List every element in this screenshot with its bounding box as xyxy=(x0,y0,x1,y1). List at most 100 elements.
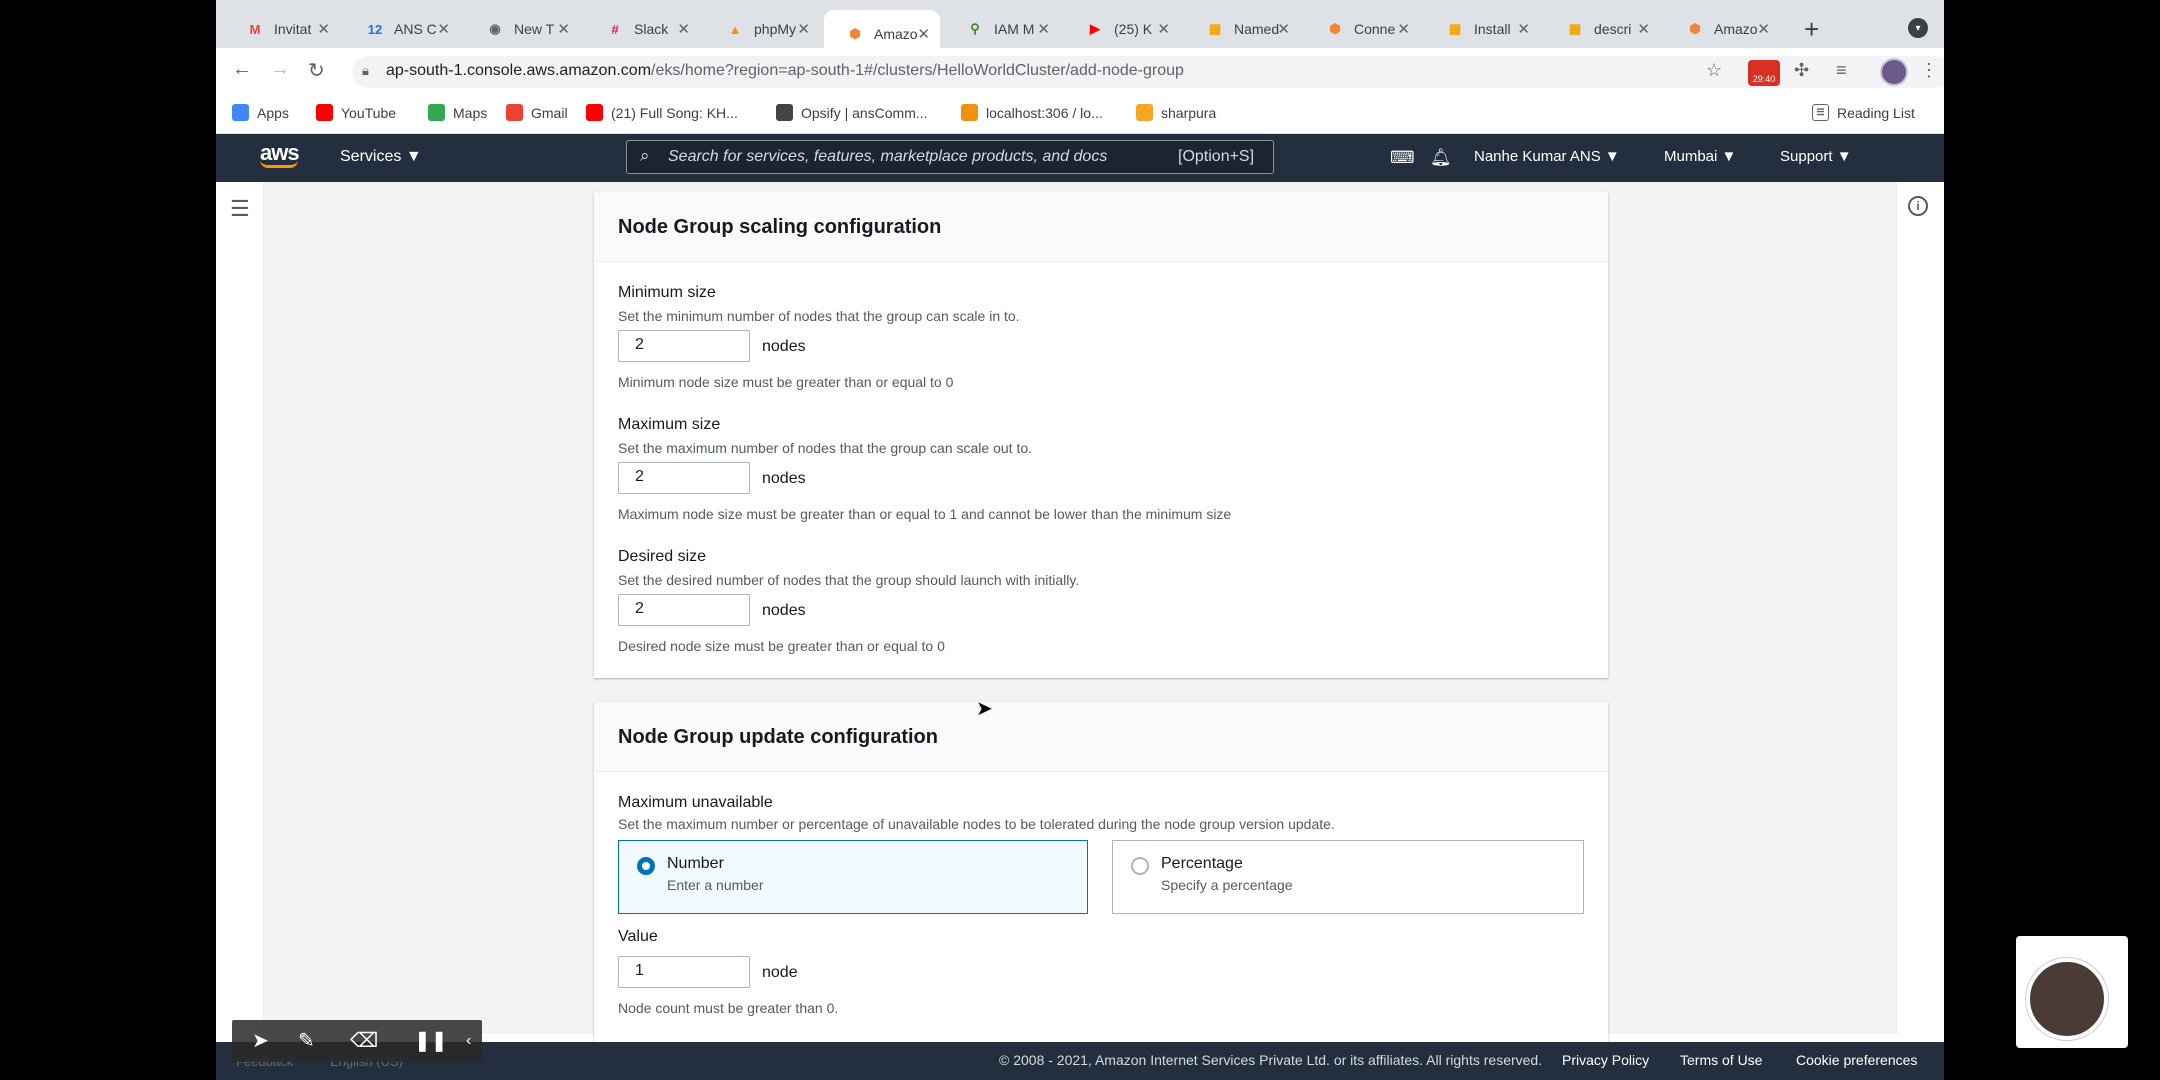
mouse-cursor-icon: ➤ xyxy=(976,698,993,720)
tab-9[interactable]: ⬢ Conne ✕ xyxy=(1304,10,1420,48)
collapse-chevron-icon[interactable]: ‹ xyxy=(466,1032,471,1050)
bookmark-item[interactable]: localhost:306 / lo... xyxy=(961,104,1103,121)
pause-icon[interactable]: ❚❚ xyxy=(414,1028,448,1053)
profile-avatar[interactable] xyxy=(1880,58,1908,86)
bookmark-item[interactable]: Opsify | ansComm... xyxy=(776,104,928,121)
bookmark-item[interactable]: Maps xyxy=(428,104,487,121)
pen-tool-icon[interactable]: ✎ xyxy=(298,1028,315,1053)
tab-search-icon[interactable]: ▾ xyxy=(1908,18,1928,38)
aws-cube-icon: ⬢ xyxy=(849,26,861,41)
value-input[interactable]: 1 xyxy=(618,956,750,988)
max-unavailable-label: Maximum unavailable xyxy=(618,794,773,811)
extensions-puzzle-icon[interactable]: ✣ xyxy=(1794,60,1809,81)
bookmark-item[interactable]: (21) Full Song: KH... xyxy=(586,104,738,121)
info-icon[interactable]: i xyxy=(1908,196,1928,216)
tab-1[interactable]: 12 ANS C ✕ xyxy=(344,10,460,48)
bookmark-item[interactable]: Apps xyxy=(232,104,289,121)
pointer-tool-icon[interactable]: ➤ xyxy=(252,1028,269,1053)
phpmyadmin-icon xyxy=(961,104,978,121)
update-panel-title: Node Group update configuration xyxy=(594,702,1608,772)
value-hint: Node count must be greater than 0. xyxy=(618,1000,839,1016)
support-label: Support xyxy=(1780,148,1833,165)
tab-6[interactable]: ⚲ IAM M ✕ xyxy=(944,10,1060,48)
aws-cube-icon: ⬢ xyxy=(1329,21,1341,36)
back-arrow-icon[interactable]: ← xyxy=(232,58,252,81)
docs-icon: ▦ xyxy=(1448,21,1462,36)
tab-title: (25) K xyxy=(1114,21,1153,37)
brush-tool-icon[interactable]: ⌫ xyxy=(350,1028,378,1053)
url-text[interactable]: ap-south-1.console.aws.amazon.com/eks/ho… xyxy=(386,62,1184,80)
number-radio[interactable] xyxy=(637,857,655,875)
tab-7[interactable]: ▶ (25) K ✕ xyxy=(1064,10,1180,48)
recording-badge[interactable]: 29:40 xyxy=(1748,60,1780,86)
tab-title: Install xyxy=(1474,21,1511,37)
forward-arrow-icon[interactable]: → xyxy=(270,58,290,81)
browser-window: M Invitat ✕ 12 ANS C ✕ ◉ New T ✕ # Slack ✕ ▲ phpMy ✕ ⬢ A… xyxy=(216,0,1944,1080)
tab-0[interactable]: M Invitat ✕ xyxy=(224,10,340,48)
close-icon[interactable]: ✕ xyxy=(917,25,930,43)
close-icon[interactable]: ✕ xyxy=(437,20,450,38)
tab-3[interactable]: # Slack ✕ xyxy=(584,10,700,48)
reading-list-button[interactable]: ☰ Reading List xyxy=(1812,104,1915,121)
percentage-radio[interactable] xyxy=(1131,857,1149,875)
close-icon[interactable]: ✕ xyxy=(1277,20,1290,38)
close-icon[interactable]: ✕ xyxy=(1037,20,1050,38)
close-icon[interactable]: ✕ xyxy=(1397,20,1410,38)
tab-11[interactable]: ▦ descri ✕ xyxy=(1544,10,1660,48)
bookmark-label: Opsify | ansComm... xyxy=(801,104,928,121)
tab-8[interactable]: ▦ Named ✕ xyxy=(1184,10,1300,48)
min-size-input[interactable]: 2 xyxy=(618,330,750,362)
close-icon[interactable]: ✕ xyxy=(677,20,690,38)
tab-12[interactable]: ⬢ Amazo ✕ xyxy=(1664,10,1780,48)
max-size-unit: nodes xyxy=(762,470,806,487)
gmail-icon xyxy=(506,104,523,121)
reload-icon[interactable]: ↻ xyxy=(308,58,325,83)
bookmark-star-icon[interactable]: ☆ xyxy=(1706,60,1722,81)
media-queue-icon[interactable]: ≡ xyxy=(1836,60,1847,81)
bookmark-item[interactable]: sharpura xyxy=(1136,104,1216,121)
close-icon[interactable]: ✕ xyxy=(557,20,570,38)
more-menu-icon[interactable]: ⋮ xyxy=(1920,60,1938,81)
account-menu[interactable]: Nanhe Kumar ANS ▼ xyxy=(1474,148,1620,165)
bookmark-label: (21) Full Song: KH... xyxy=(611,104,738,121)
desired-size-input[interactable]: 2 xyxy=(618,594,750,626)
terms-of-use-link[interactable]: Terms of Use xyxy=(1680,1052,1762,1068)
bookmark-item[interactable]: YouTube xyxy=(316,104,396,121)
option-number-tile[interactable]: Number Enter a number xyxy=(618,840,1088,914)
privacy-policy-link[interactable]: Privacy Policy xyxy=(1562,1052,1649,1068)
close-icon[interactable]: ✕ xyxy=(1157,20,1170,38)
region-menu[interactable]: Mumbai ▼ xyxy=(1664,148,1736,165)
new-tab-button[interactable]: + xyxy=(1804,14,1819,45)
support-menu[interactable]: Support ▼ xyxy=(1780,148,1852,165)
bookmark-item[interactable]: Gmail xyxy=(506,104,568,121)
option-number-sub: Enter a number xyxy=(667,877,764,893)
tab-10[interactable]: ▦ Install ✕ xyxy=(1424,10,1540,48)
account-name: Nanhe Kumar ANS xyxy=(1474,148,1601,165)
phpmyadmin-icon: ▲ xyxy=(728,21,742,37)
close-icon[interactable]: ✕ xyxy=(1517,20,1530,38)
services-menu[interactable]: Services ▼ xyxy=(340,148,422,166)
max-unavailable-desc: Set the maximum number or percentage of … xyxy=(618,816,1335,832)
menu-hamburger-icon[interactable]: ☰ xyxy=(230,196,250,222)
url-path: /eks/home?region=ap-south-1#/clusters/He… xyxy=(651,62,1184,79)
tab-title: Amazo xyxy=(1714,21,1758,37)
close-icon[interactable]: ✕ xyxy=(1757,20,1770,38)
tab-title: IAM M xyxy=(994,21,1035,37)
bookmark-label: Apps xyxy=(257,104,289,121)
max-size-input[interactable]: 2 xyxy=(618,462,750,494)
cloudshell-icon[interactable]: ⌨ xyxy=(1390,148,1415,168)
slack-icon: # xyxy=(611,21,619,37)
option-percentage-tile[interactable]: Percentage Specify a percentage xyxy=(1112,840,1584,914)
aws-cube-icon: ⬢ xyxy=(1689,21,1701,36)
bell-icon[interactable]: 🔔︎ xyxy=(1430,148,1452,168)
tab-4[interactable]: ▲ phpMy ✕ xyxy=(704,10,820,48)
tab-2[interactable]: ◉ New T ✕ xyxy=(464,10,580,48)
key-icon: ⚲ xyxy=(970,21,980,36)
cookie-preferences-link[interactable]: Cookie preferences xyxy=(1796,1052,1917,1068)
recording-timer: 29:40 xyxy=(1752,74,1776,84)
close-icon[interactable]: ✕ xyxy=(1637,20,1650,38)
close-icon[interactable]: ✕ xyxy=(317,20,330,38)
close-icon[interactable]: ✕ xyxy=(797,20,810,38)
lock-icon[interactable]: 🔒︎ xyxy=(362,63,369,79)
bookmark-label: YouTube xyxy=(341,104,397,121)
